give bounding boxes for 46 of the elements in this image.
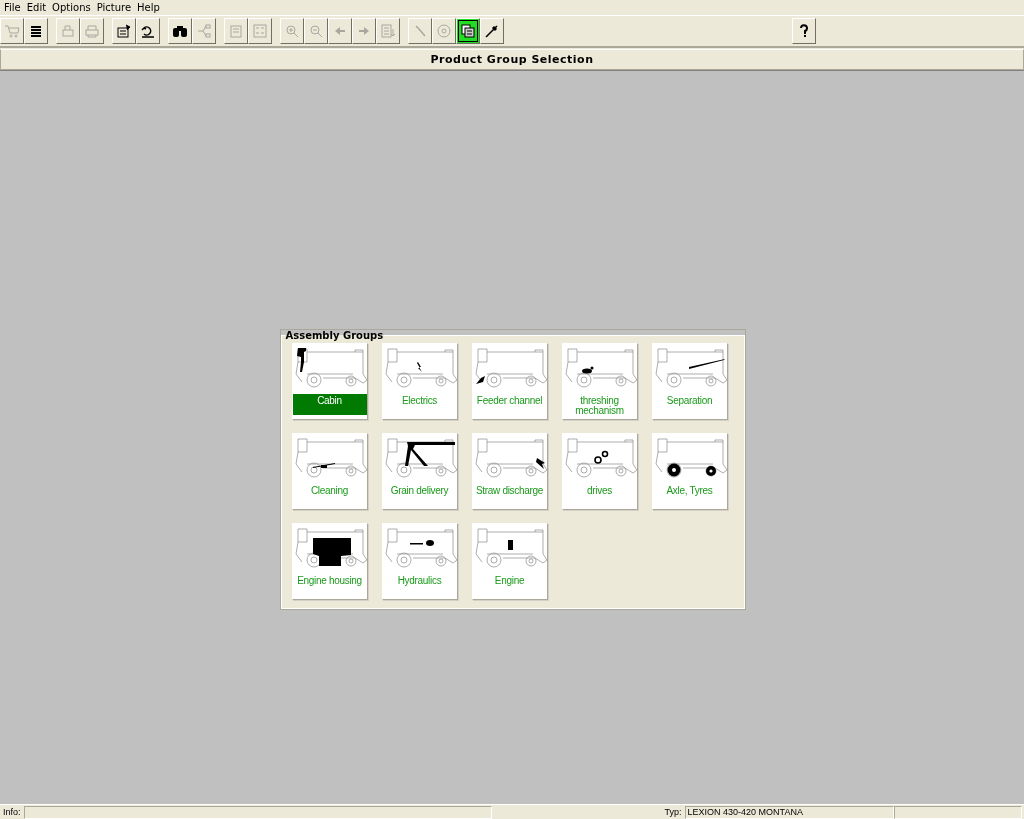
undo-icon: [140, 23, 156, 39]
cart-icon: [4, 23, 20, 39]
question-mark-icon: [799, 24, 809, 38]
assembly-group-tile[interactable]: drives: [561, 433, 638, 510]
assembly-group-tile[interactable]: Cleaning: [291, 433, 368, 510]
toolbar-button[interactable]: [168, 18, 192, 44]
screwdriver-icon: [484, 23, 500, 39]
page-icon: [228, 23, 244, 39]
page-title: Product Group Selection: [0, 49, 1024, 70]
assembly-group-tile[interactable]: threshing mechanism: [561, 343, 638, 420]
type-label: Typ:: [663, 807, 683, 817]
assembly-group-tile[interactable]: Axle, Tyres: [651, 433, 728, 510]
tree-icon: [196, 23, 212, 39]
toolbar-button[interactable]: [136, 18, 160, 44]
assembly-group-tile[interactable]: Engine housing: [291, 523, 368, 600]
assembly-group-tile[interactable]: Separation: [651, 343, 728, 420]
info-label: Info:: [2, 807, 22, 817]
toolbar-button[interactable]: [456, 18, 480, 44]
panel-title: Assembly Groups: [284, 330, 385, 341]
help-button[interactable]: [792, 18, 816, 44]
disc-icon: [436, 23, 452, 39]
assembly-group-tile[interactable]: Cabin: [291, 343, 368, 420]
menu-item[interactable]: Edit: [24, 2, 51, 13]
grid-icon: [252, 23, 268, 39]
menu-item[interactable]: Help: [135, 2, 164, 13]
toolbar-button[interactable]: [112, 18, 136, 44]
toolbar-button[interactable]: [24, 18, 48, 44]
toolbar-button[interactable]: [480, 18, 504, 44]
list-icon: [28, 23, 44, 39]
windows-icon: [460, 23, 476, 39]
zoom-in-icon: [284, 23, 300, 39]
zoom-out-icon: [308, 23, 324, 39]
assembly-group-tile[interactable]: Feeder channel: [471, 343, 548, 420]
sort-list-icon: [380, 23, 396, 39]
menu-item[interactable]: File: [2, 2, 25, 13]
menu-item[interactable]: Options: [50, 2, 95, 13]
binoculars-icon: [172, 23, 188, 39]
menu-item[interactable]: Picture: [94, 2, 136, 13]
document-arrow-icon: [116, 23, 132, 39]
assembly-group-tile[interactable]: Engine: [471, 523, 548, 600]
assembly-group-tile[interactable]: Hydraulics: [381, 523, 458, 600]
type-field: LEXION 430-420 MONTANA: [684, 805, 894, 819]
assembly-group-tile[interactable]: Grain delivery: [381, 433, 458, 510]
printer-icon: [84, 23, 100, 39]
assembly-group-tile[interactable]: Electrics: [381, 343, 458, 420]
assembly-group-tile[interactable]: Straw discharge: [471, 433, 548, 510]
